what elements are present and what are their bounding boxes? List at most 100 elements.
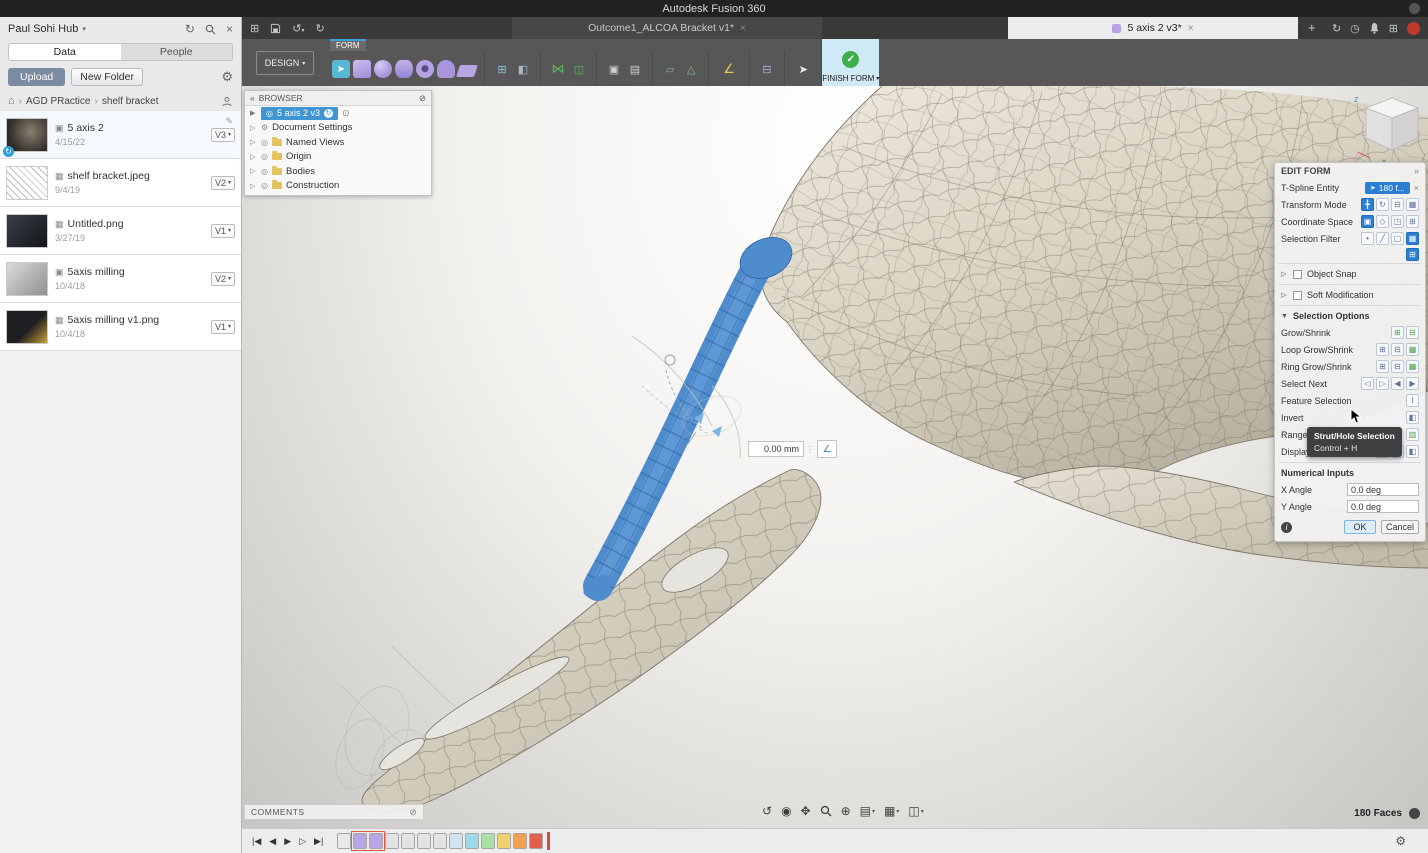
new-folder-button[interactable]: New Folder (71, 68, 143, 86)
create-torus-icon[interactable] (416, 60, 434, 78)
soft-modification-section[interactable]: ▷ Soft Modification (1275, 287, 1425, 303)
expand-arrow-icon[interactable]: ▷ (250, 167, 257, 175)
viewports-icon[interactable]: ◫▾ (908, 804, 923, 818)
ok-button[interactable]: OK (1344, 520, 1376, 534)
construct-plane-icon[interactable]: ▱ (661, 60, 679, 78)
members-icon[interactable] (221, 96, 233, 107)
cancel-button[interactable]: Cancel (1381, 520, 1419, 534)
visibility-icon[interactable]: ◎ (261, 152, 268, 161)
version-selector[interactable]: V2▾ (211, 272, 235, 286)
timeline-feature[interactable] (433, 833, 447, 849)
fit-icon[interactable]: ⊕ (841, 804, 851, 818)
expand-arrow-icon[interactable]: ▷ (1281, 291, 1288, 299)
timeline-step-back-icon[interactable]: ◀ (269, 836, 276, 847)
create-cylinder-icon[interactable] (395, 60, 413, 78)
drag-handle-icon[interactable]: ⋮ (806, 445, 815, 454)
smooth-display-icon[interactable]: ◧ (1406, 445, 1419, 458)
object-snap-checkbox[interactable] (1293, 270, 1302, 279)
timeline-feature[interactable] (385, 833, 399, 849)
timeline-feature[interactable] (449, 833, 463, 849)
loop-shrink-icon[interactable]: ⊟ (1391, 343, 1404, 356)
version-selector[interactable]: V1▾ (211, 320, 235, 334)
face-filter-icon[interactable]: ▢ (1391, 232, 1404, 245)
activate-component-radio[interactable]: ⊙ (342, 108, 350, 119)
document-tab-active[interactable]: 5 axis 2 v3* × (1008, 17, 1298, 39)
browser-node[interactable]: ▷ ⚙ Document Settings (245, 121, 431, 136)
apps-grid-icon[interactable]: ⊞ (1389, 22, 1398, 35)
notifications-bell-icon[interactable] (1369, 22, 1380, 34)
circular-symmetry-icon[interactable]: ◫ (570, 60, 588, 78)
list-item[interactable]: ▣5axis milling 10/4/18 V2▾ (0, 255, 241, 303)
redo-icon[interactable]: ↻ (315, 22, 324, 35)
zoom-icon[interactable] (820, 805, 832, 817)
display-mode-icon[interactable]: ▣ (605, 60, 623, 78)
angle-mode-icon[interactable]: ∠ (817, 440, 837, 458)
all-filter-icon[interactable]: ⊞ (1406, 248, 1419, 261)
visibility-icon[interactable]: ◎ (266, 109, 273, 118)
finish-form-menu[interactable]: FINISH FORM▾ (822, 71, 879, 86)
expand-arrow-icon[interactable]: ▷ (250, 153, 257, 161)
browser-node[interactable]: ▷ ◎ Named Views (245, 135, 431, 150)
x-angle-input[interactable] (1347, 483, 1419, 496)
timeline-feature[interactable] (417, 833, 431, 849)
breadcrumb-project[interactable]: AGD PRactice (26, 96, 90, 107)
search-icon[interactable] (205, 24, 216, 35)
version-selector[interactable]: V2▾ (211, 176, 235, 190)
new-tab-icon[interactable]: + (1308, 20, 1316, 35)
save-icon[interactable] (270, 23, 281, 34)
browser-node[interactable]: ▷ ◎ Construction (245, 179, 431, 194)
info-icon[interactable]: i (1281, 522, 1292, 533)
list-item[interactable]: ▦5axis milling v1.png 10/4/18 V1▾ (0, 303, 241, 351)
sync-icon[interactable]: ↻ (1332, 22, 1341, 35)
timeline-feature[interactable] (513, 833, 527, 849)
expand-arrow-icon[interactable]: ▶ (250, 109, 257, 117)
visibility-icon[interactable]: ◎ (261, 181, 268, 190)
expand-arrow-icon[interactable]: ▷ (250, 124, 257, 132)
scale-mode-icon[interactable]: ⊟ (1391, 198, 1404, 211)
create-quadball-icon[interactable] (437, 60, 455, 78)
panel-settings-gear-icon[interactable]: ⚙ (221, 69, 233, 85)
list-item[interactable]: ▦Untitled.png 3/27/19 V1▾ (0, 207, 241, 255)
body-filter-icon[interactable]: ▦ (1406, 232, 1419, 245)
finish-form-check-icon[interactable]: ✓ (842, 51, 859, 68)
vertex-filter-icon[interactable]: • (1361, 232, 1374, 245)
dimension-input[interactable] (748, 441, 804, 457)
tspline-model[interactable] (242, 86, 1428, 853)
comments-bar[interactable]: COMMENTS ⊘ (244, 804, 424, 820)
hub-selector[interactable]: Paul Sohi Hub▾ (8, 23, 86, 35)
construct-axis-icon[interactable]: △ (682, 60, 700, 78)
timeline-step-forward-icon[interactable]: ▷ (299, 836, 306, 847)
browser-node[interactable]: ▷ ◎ Bodies (245, 164, 431, 179)
y-angle-input[interactable] (1347, 500, 1419, 513)
tab-people[interactable]: People (121, 44, 233, 60)
create-plane-icon[interactable] (456, 65, 478, 77)
home-icon[interactable]: ⌂ (8, 95, 15, 107)
refresh-icon[interactable]: ↻ (185, 22, 195, 36)
ring-grow-icon[interactable]: ⊞ (1376, 360, 1389, 373)
t-spline-entity-value[interactable]: ➤ 180 f... (1365, 182, 1410, 194)
timeline-skip-start-icon[interactable]: |◀ (252, 836, 261, 847)
shrink-icon[interactable]: ⊟ (1406, 326, 1419, 339)
select-cursor-icon[interactable]: ➤ (794, 60, 812, 78)
pan-icon[interactable]: ✥​ (801, 804, 811, 818)
viewport-canvas[interactable] (242, 86, 1428, 853)
version-selector[interactable]: V1▾ (211, 224, 235, 238)
world-space-icon[interactable]: ▣ (1361, 215, 1374, 228)
close-panel-icon[interactable]: × (226, 22, 233, 36)
edge-filter-icon[interactable]: ╱ (1376, 232, 1389, 245)
expand-arrow-icon[interactable]: ▷ (1281, 270, 1288, 278)
create-sphere-icon[interactable] (374, 60, 392, 78)
visibility-icon[interactable]: ◎ (261, 167, 268, 176)
select-prev-alt-icon[interactable]: ◀ (1391, 377, 1404, 390)
view-space-icon[interactable]: ◇ (1376, 215, 1389, 228)
mirror-symmetry-icon[interactable]: ⋈ (549, 60, 567, 78)
tab-data[interactable]: Data (9, 44, 121, 60)
file-tab-list-icon[interactable]: ⊞ (250, 22, 259, 35)
model-left-arms[interactable] (362, 470, 821, 812)
timeline-feature[interactable] (497, 833, 511, 849)
grow-icon[interactable]: ⊞ (1391, 326, 1404, 339)
list-item[interactable]: ▦shelf bracket.jpeg 9/4/19 V2▾ (0, 159, 241, 207)
browser-root-row[interactable]: ▶ ◎ 5 axis 2 v3 ↻ ⊙ (245, 106, 431, 121)
insert-mesh-icon[interactable]: ⊟ (758, 60, 776, 78)
soft-modification-checkbox[interactable] (1293, 291, 1302, 300)
